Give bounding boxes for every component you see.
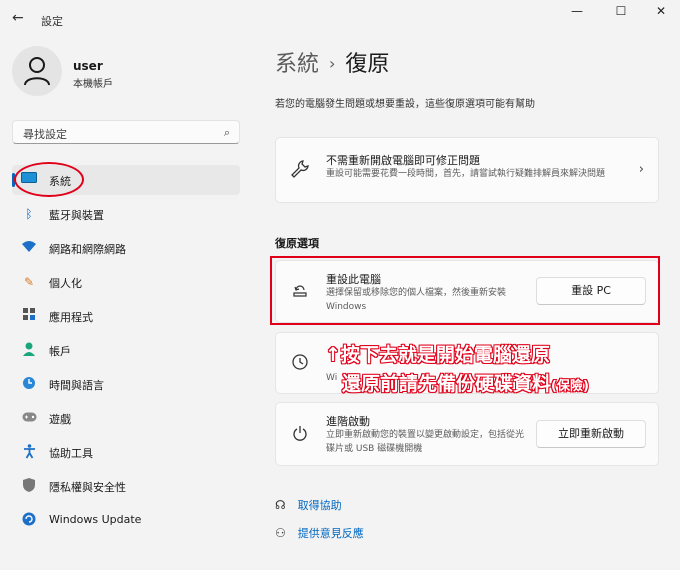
globe-clock-icon (21, 376, 37, 392)
card-title: 進階啟動 (326, 415, 370, 428)
sidebar-item-apps[interactable]: 應用程式 (12, 301, 240, 331)
sidebar-item-time-language[interactable]: 時間與語言 (12, 369, 240, 399)
card-description: 重設可能需要花費一段時間，首先，請嘗試執行疑難排解員來解決問題 (326, 169, 606, 179)
link-label: 提供意見反應 (297, 527, 364, 540)
get-help-link[interactable]: ☊ 取得協助 (275, 497, 342, 513)
card-title: 不需重新開啟電腦即可修正問題 (326, 154, 480, 167)
help-icon: ☊ (275, 498, 286, 512)
link-label: 取得協助 (297, 499, 342, 512)
accessibility-icon (21, 444, 37, 460)
wifi-icon (21, 240, 37, 256)
search-icon: ⌕ (223, 126, 230, 139)
settings-search[interactable]: 尋找設定 ⌕ (12, 120, 240, 144)
account-type: 本機帳戶 (73, 79, 113, 90)
annotation-line-2: 還原前請先備份硬碟資料(保險) (341, 369, 589, 396)
shield-icon (21, 478, 37, 494)
give-feedback-link[interactable]: ⚇ 提供意見反應 (275, 525, 364, 541)
page-description: 若您的電腦發生問題或想要重設，這些復原選項可能有幫助 (275, 99, 535, 110)
breadcrumb-separator: › (329, 54, 336, 73)
chevron-right-icon: › (638, 162, 644, 177)
sidebar-item-label: 藍牙與裝置 (49, 209, 104, 222)
page-title: 復原 (345, 52, 390, 77)
bluetooth-icon: ᛒ (25, 207, 33, 221)
sidebar-item-label: 遊戲 (49, 413, 71, 426)
sidebar-item-label: 時間與語言 (49, 379, 104, 392)
restart-now-button[interactable]: 立即重新啟動 (536, 420, 646, 448)
maximize-button[interactable]: ☐ (604, 4, 638, 24)
person-icon (21, 342, 37, 358)
sidebar-item-label: 個人化 (49, 277, 82, 290)
wrench-icon (291, 160, 309, 182)
person-icon (24, 57, 50, 86)
breadcrumb-parent[interactable]: 系統 (275, 52, 319, 77)
sidebar-item-label: 帳戶 (49, 345, 71, 358)
advanced-startup-card: 進階啟動 立即重新啟動您的裝置以變更啟動設定，包括從光碟片或 USB 磁碟機開機… (275, 402, 659, 466)
highlight-ellipse (14, 162, 84, 197)
sidebar-item-label: 隱私權與安全性 (49, 481, 126, 494)
search-input[interactable]: 尋找設定 (23, 126, 67, 142)
annotation-line-2-text: 還原前請先備份硬碟資料 (341, 372, 552, 396)
sidebar-item-personalization[interactable]: ✎ 個人化 (12, 267, 240, 297)
section-header: 復原選項 (275, 237, 319, 250)
card-description: 立即重新啟動您的裝置以變更啟動設定，包括從光碟片或 USB 磁碟機開機 (326, 430, 525, 454)
sidebar-item-accounts[interactable]: 帳戶 (12, 335, 240, 365)
annotation-line-1: ↑按下去就是開始電腦還原 (324, 343, 550, 367)
history-icon (291, 353, 309, 375)
sidebar-item-network[interactable]: 網路和網際網路 (12, 233, 240, 263)
avatar (12, 46, 62, 96)
sidebar-item-bluetooth[interactable]: ᛒ 藍牙與裝置 (12, 199, 240, 229)
user-name: user (73, 59, 103, 73)
sidebar-item-gaming[interactable]: 遊戲 (12, 403, 240, 433)
brush-icon: ✎ (23, 275, 35, 289)
feedback-icon: ⚇ (275, 526, 286, 540)
minimize-button[interactable]: — (560, 4, 594, 24)
sidebar-item-label: 協助工具 (49, 447, 93, 460)
highlight-rectangle (270, 256, 660, 325)
breadcrumb: 系統 › 復原 (275, 46, 389, 78)
advanced-startup-icon (291, 425, 309, 447)
update-icon (21, 512, 37, 528)
sidebar-item-label: 網路和網際網路 (49, 243, 126, 256)
sidebar-item-accessibility[interactable]: 協助工具 (12, 437, 240, 467)
close-button[interactable]: ✕ (644, 4, 678, 24)
apps-icon (21, 308, 37, 324)
sidebar-item-privacy-security[interactable]: 隱私權與安全性 (12, 471, 240, 501)
sidebar-item-windows-update[interactable]: Windows Update (12, 505, 240, 535)
sidebar-item-label: Windows Update (49, 513, 142, 526)
back-arrow-icon[interactable]: ← (12, 10, 24, 26)
app-title: 設定 (41, 15, 63, 28)
annotation-line-2-suffix: (保險) (550, 378, 589, 395)
sidebar-item-label: 應用程式 (49, 311, 93, 324)
gamepad-icon (21, 410, 37, 426)
title-bar: ← 設定 — ☐ ✕ (0, 0, 680, 36)
fix-problems-card[interactable]: 不需重新開啟電腦即可修正問題 重設可能需要花費一段時間，首先，請嘗試執行疑難排解… (275, 137, 659, 203)
